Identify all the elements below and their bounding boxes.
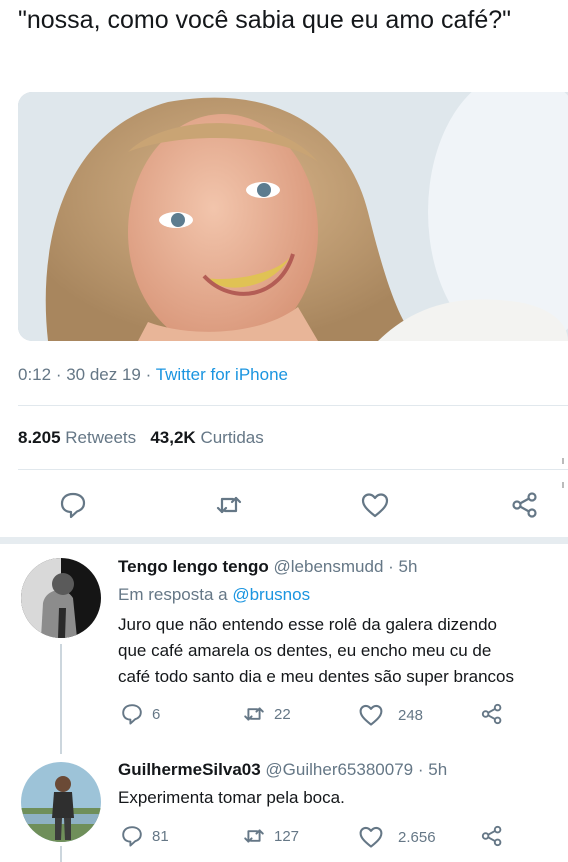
tweet-time: 0:12 [18, 365, 52, 384]
avatar[interactable] [21, 762, 101, 842]
display-name[interactable]: GuilhermeSilva03 [118, 760, 261, 779]
likes-stat[interactable]: 43,2K Curtidas [150, 428, 263, 447]
share-button[interactable] [480, 702, 512, 726]
retweet-count: 22 [274, 705, 291, 723]
avatar[interactable] [21, 558, 101, 638]
in-reply-to: Em resposta a @brusnos [118, 585, 310, 605]
edge-mark [562, 482, 564, 488]
retweet-count: 127 [274, 827, 300, 845]
reply-text: Juro que não entendo esse rolê da galera… [118, 612, 568, 690]
woman-smiling-image [18, 92, 568, 341]
tweet-meta: 0:12 · 30 dez 19 · Twitter for iPhone [18, 365, 288, 384]
retweets-count: 8.205 [18, 428, 61, 447]
tweet-stats: 8.205 Retweets 43,2K Curtidas [18, 428, 264, 448]
retweet-icon[interactable] [214, 490, 244, 520]
thread-line [60, 644, 62, 754]
retweet-button[interactable]: 127 [242, 824, 299, 848]
tweet-action-bar [0, 490, 568, 524]
tweet-text: "nossa, como você sabia que eu amo café?… [18, 6, 512, 34]
retweet-icon [244, 707, 264, 721]
share-button[interactable] [480, 824, 512, 848]
like-button[interactable]: 2.656 [358, 824, 436, 850]
edge-mark [562, 458, 564, 464]
tweet-date: 30 dez 19 [66, 365, 141, 384]
reply-text-line: café todo santo dia e meu dentes são sup… [118, 667, 514, 686]
user-handle[interactable]: @Guilher65380079 [265, 760, 413, 779]
tweet-age: 5h [428, 760, 448, 779]
reply-text-line: Juro que não entendo esse rolê da galera… [118, 615, 498, 634]
tweet-photo[interactable] [18, 92, 568, 341]
reply-count: 81 [152, 827, 169, 845]
reply-button[interactable]: 6 [120, 702, 160, 726]
retweets-label: Retweets [65, 428, 137, 447]
like-icon [359, 704, 383, 726]
tweet-age: 5h [398, 557, 418, 576]
share-icon[interactable] [510, 490, 540, 520]
reply-icon [122, 826, 142, 847]
section-separator [0, 537, 568, 544]
reply-to-label: Em resposta a [118, 585, 228, 604]
display-name[interactable]: Tengo lengo tengo [118, 557, 269, 576]
divider [18, 405, 568, 406]
like-count: 2.656 [398, 828, 436, 846]
like-button[interactable]: 248 [358, 702, 423, 728]
reply-header: Tengo lengo tengo @lebensmudd · 5h [118, 557, 418, 576]
like-count: 248 [398, 706, 424, 724]
reply-icon[interactable] [58, 490, 88, 520]
reply-header: GuilhermeSilva03 @Guilher65380079 · 5h [118, 760, 448, 779]
retweets-stat[interactable]: 8.205 Retweets [18, 428, 136, 447]
reply-count: 6 [152, 705, 161, 723]
likes-label: Curtidas [200, 428, 264, 447]
like-icon [359, 826, 383, 848]
divider [18, 469, 568, 470]
share-icon [481, 703, 502, 725]
reply-text-line: que café amarela os dentes, eu encho meu… [118, 641, 492, 660]
retweet-button[interactable]: 22 [242, 702, 291, 726]
reply-to-handle[interactable]: @brusnos [232, 585, 310, 604]
reply-icon [122, 704, 142, 725]
reply-button[interactable]: 81 [120, 824, 169, 848]
thread-line [60, 846, 62, 862]
reply-text-line: Experimenta tomar pela boca. [118, 788, 345, 807]
like-icon[interactable] [360, 490, 390, 520]
retweet-icon [244, 829, 264, 843]
user-handle[interactable]: @lebensmudd [274, 557, 384, 576]
share-icon [481, 825, 502, 847]
likes-count: 43,2K [150, 428, 196, 447]
tweet-source-link[interactable]: Twitter for iPhone [156, 365, 288, 384]
reply-text: Experimenta tomar pela boca. [118, 785, 568, 811]
